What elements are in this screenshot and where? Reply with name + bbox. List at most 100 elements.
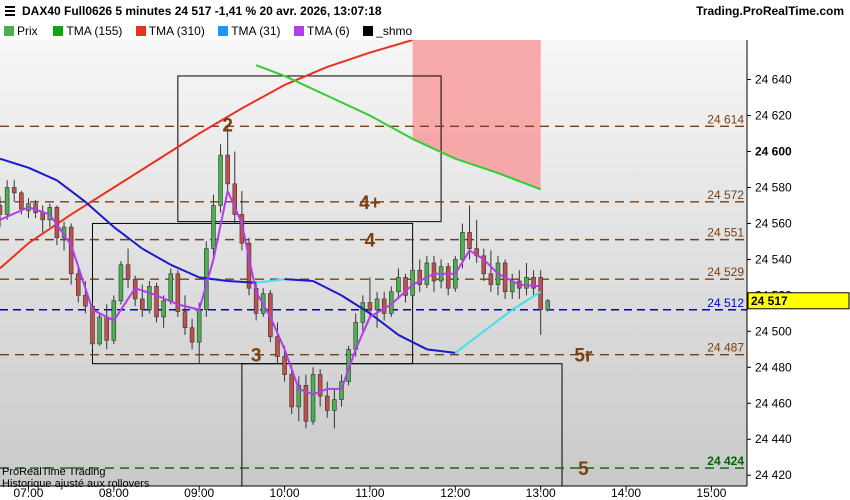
- y-tick-label: 24 460: [755, 396, 792, 410]
- level-label: 24 424: [707, 454, 744, 468]
- candle-body: [97, 316, 102, 345]
- candle-body: [381, 298, 387, 314]
- candle-body: [182, 311, 188, 329]
- candle-body: [76, 273, 81, 296]
- candle-body: [424, 262, 430, 285]
- x-tick-label: 09:00: [184, 486, 214, 500]
- candle-body: [289, 374, 294, 408]
- candle: [168, 268, 173, 305]
- candle-body: [282, 356, 287, 375]
- candle-body: [460, 232, 465, 260]
- legend-swatch: [135, 26, 146, 36]
- zone-label: 5: [578, 459, 589, 480]
- candle-body: [218, 154, 223, 206]
- x-tick-label: 14:00: [611, 486, 641, 500]
- legend-label[interactable]: TMA (155): [66, 24, 122, 38]
- legend-label[interactable]: _shmo: [376, 24, 412, 38]
- current-price-label: 24 517: [751, 294, 788, 308]
- level-label: 24 512: [707, 296, 744, 310]
- candle-body: [360, 302, 366, 323]
- chart-header: DAX40 Full0626 5 minutes 24 517 -1,41 % …: [0, 0, 850, 22]
- candle-body: [161, 300, 166, 318]
- candle-body: [445, 266, 451, 289]
- level-label: 24 614: [707, 112, 744, 126]
- candle-body: [488, 273, 494, 285]
- candle-body: [104, 316, 109, 341]
- chart-title: DAX40 Full0626 5 minutes 24 517 -1,41 % …: [22, 4, 382, 18]
- candle: [545, 298, 551, 312]
- candle-body: [154, 286, 159, 318]
- level-label: 24 487: [707, 341, 744, 355]
- candle-body: [524, 277, 529, 289]
- footer-line-1: ProRealTime Trading: [2, 466, 106, 478]
- plot-background: [0, 40, 747, 486]
- candle: [118, 261, 124, 305]
- candle-body: [325, 395, 330, 411]
- candle-body: [467, 232, 472, 249]
- legend-label[interactable]: TMA (310): [149, 24, 205, 38]
- menu-icon[interactable]: [4, 4, 16, 16]
- x-tick-label: 12:00: [440, 486, 470, 500]
- candle-body: [4, 187, 10, 215]
- level-label: 24 572: [707, 188, 744, 202]
- candle-body: [225, 154, 230, 185]
- candle-body: [367, 302, 373, 311]
- candle-body: [125, 264, 131, 280]
- zone-label: 5r: [574, 346, 593, 367]
- candle: [310, 367, 316, 425]
- y-tick-label: 24 500: [755, 324, 792, 338]
- legend-label[interactable]: TMA (6): [307, 24, 350, 38]
- candle-body: [147, 286, 152, 311]
- legend-swatch: [363, 26, 374, 36]
- candle-body: [196, 309, 202, 343]
- y-tick-label: 24 480: [755, 360, 792, 374]
- zone-label: 4+: [359, 193, 381, 214]
- legend-swatch: [218, 26, 229, 36]
- candle: [175, 270, 181, 317]
- x-tick-label: 11:00: [355, 486, 384, 500]
- zone-label: 2: [222, 116, 233, 137]
- x-tick-label: 10:00: [270, 486, 300, 500]
- y-tick-label: 24 420: [755, 468, 792, 482]
- legend-swatch: [4, 26, 14, 36]
- y-tick-label: 24 560: [755, 216, 792, 230]
- candle-body: [168, 273, 173, 302]
- candle-body: [175, 273, 181, 312]
- candle-body: [19, 192, 24, 210]
- legend: Prix TMA (155) TMA (310) TMA (31) TMA (6) _sh…: [0, 22, 850, 40]
- candle-body: [396, 277, 401, 293]
- brand-label: Trading.ProRealTime.com: [696, 4, 844, 18]
- y-tick-label: 24 640: [755, 73, 792, 87]
- price-chart[interactable]: 24 614 24 572 24 551 24 529 24 512 24 487 24 4…: [0, 0, 850, 500]
- legend-swatch: [53, 26, 64, 36]
- footer-line-2: Historique ajusté aux rollovers: [2, 478, 150, 490]
- x-tick-label: 15:00: [696, 486, 726, 500]
- candle-body: [374, 298, 380, 311]
- y-tick-label: 24 600: [755, 145, 792, 159]
- candle-body: [0, 205, 3, 215]
- legend-label[interactable]: Prix: [17, 24, 38, 38]
- level-label: 24 551: [707, 226, 744, 240]
- candle-body: [11, 187, 17, 194]
- legend-swatch: [294, 26, 304, 36]
- candle-body: [310, 374, 316, 422]
- candle-body: [431, 262, 437, 282]
- candle-body: [40, 212, 45, 221]
- candle: [97, 313, 102, 346]
- candle-body: [545, 300, 551, 311]
- y-tick-label: 24 580: [755, 180, 792, 194]
- candle-body: [90, 305, 95, 345]
- candle-body: [118, 264, 124, 302]
- candle-body: [140, 298, 145, 311]
- candle-body: [332, 399, 337, 411]
- candle-body: [211, 205, 216, 249]
- footer-text: ProRealTime Trading Historique ajusté au…: [2, 466, 149, 490]
- level-label: 24 529: [707, 265, 744, 279]
- candle-body: [275, 336, 280, 357]
- candle: [154, 282, 159, 323]
- y-tick-label: 24 540: [755, 252, 792, 266]
- candle-body: [189, 327, 195, 343]
- candle-body: [83, 295, 88, 307]
- legend-label[interactable]: TMA (31): [231, 24, 280, 38]
- y-tick-label: 24 440: [755, 432, 792, 446]
